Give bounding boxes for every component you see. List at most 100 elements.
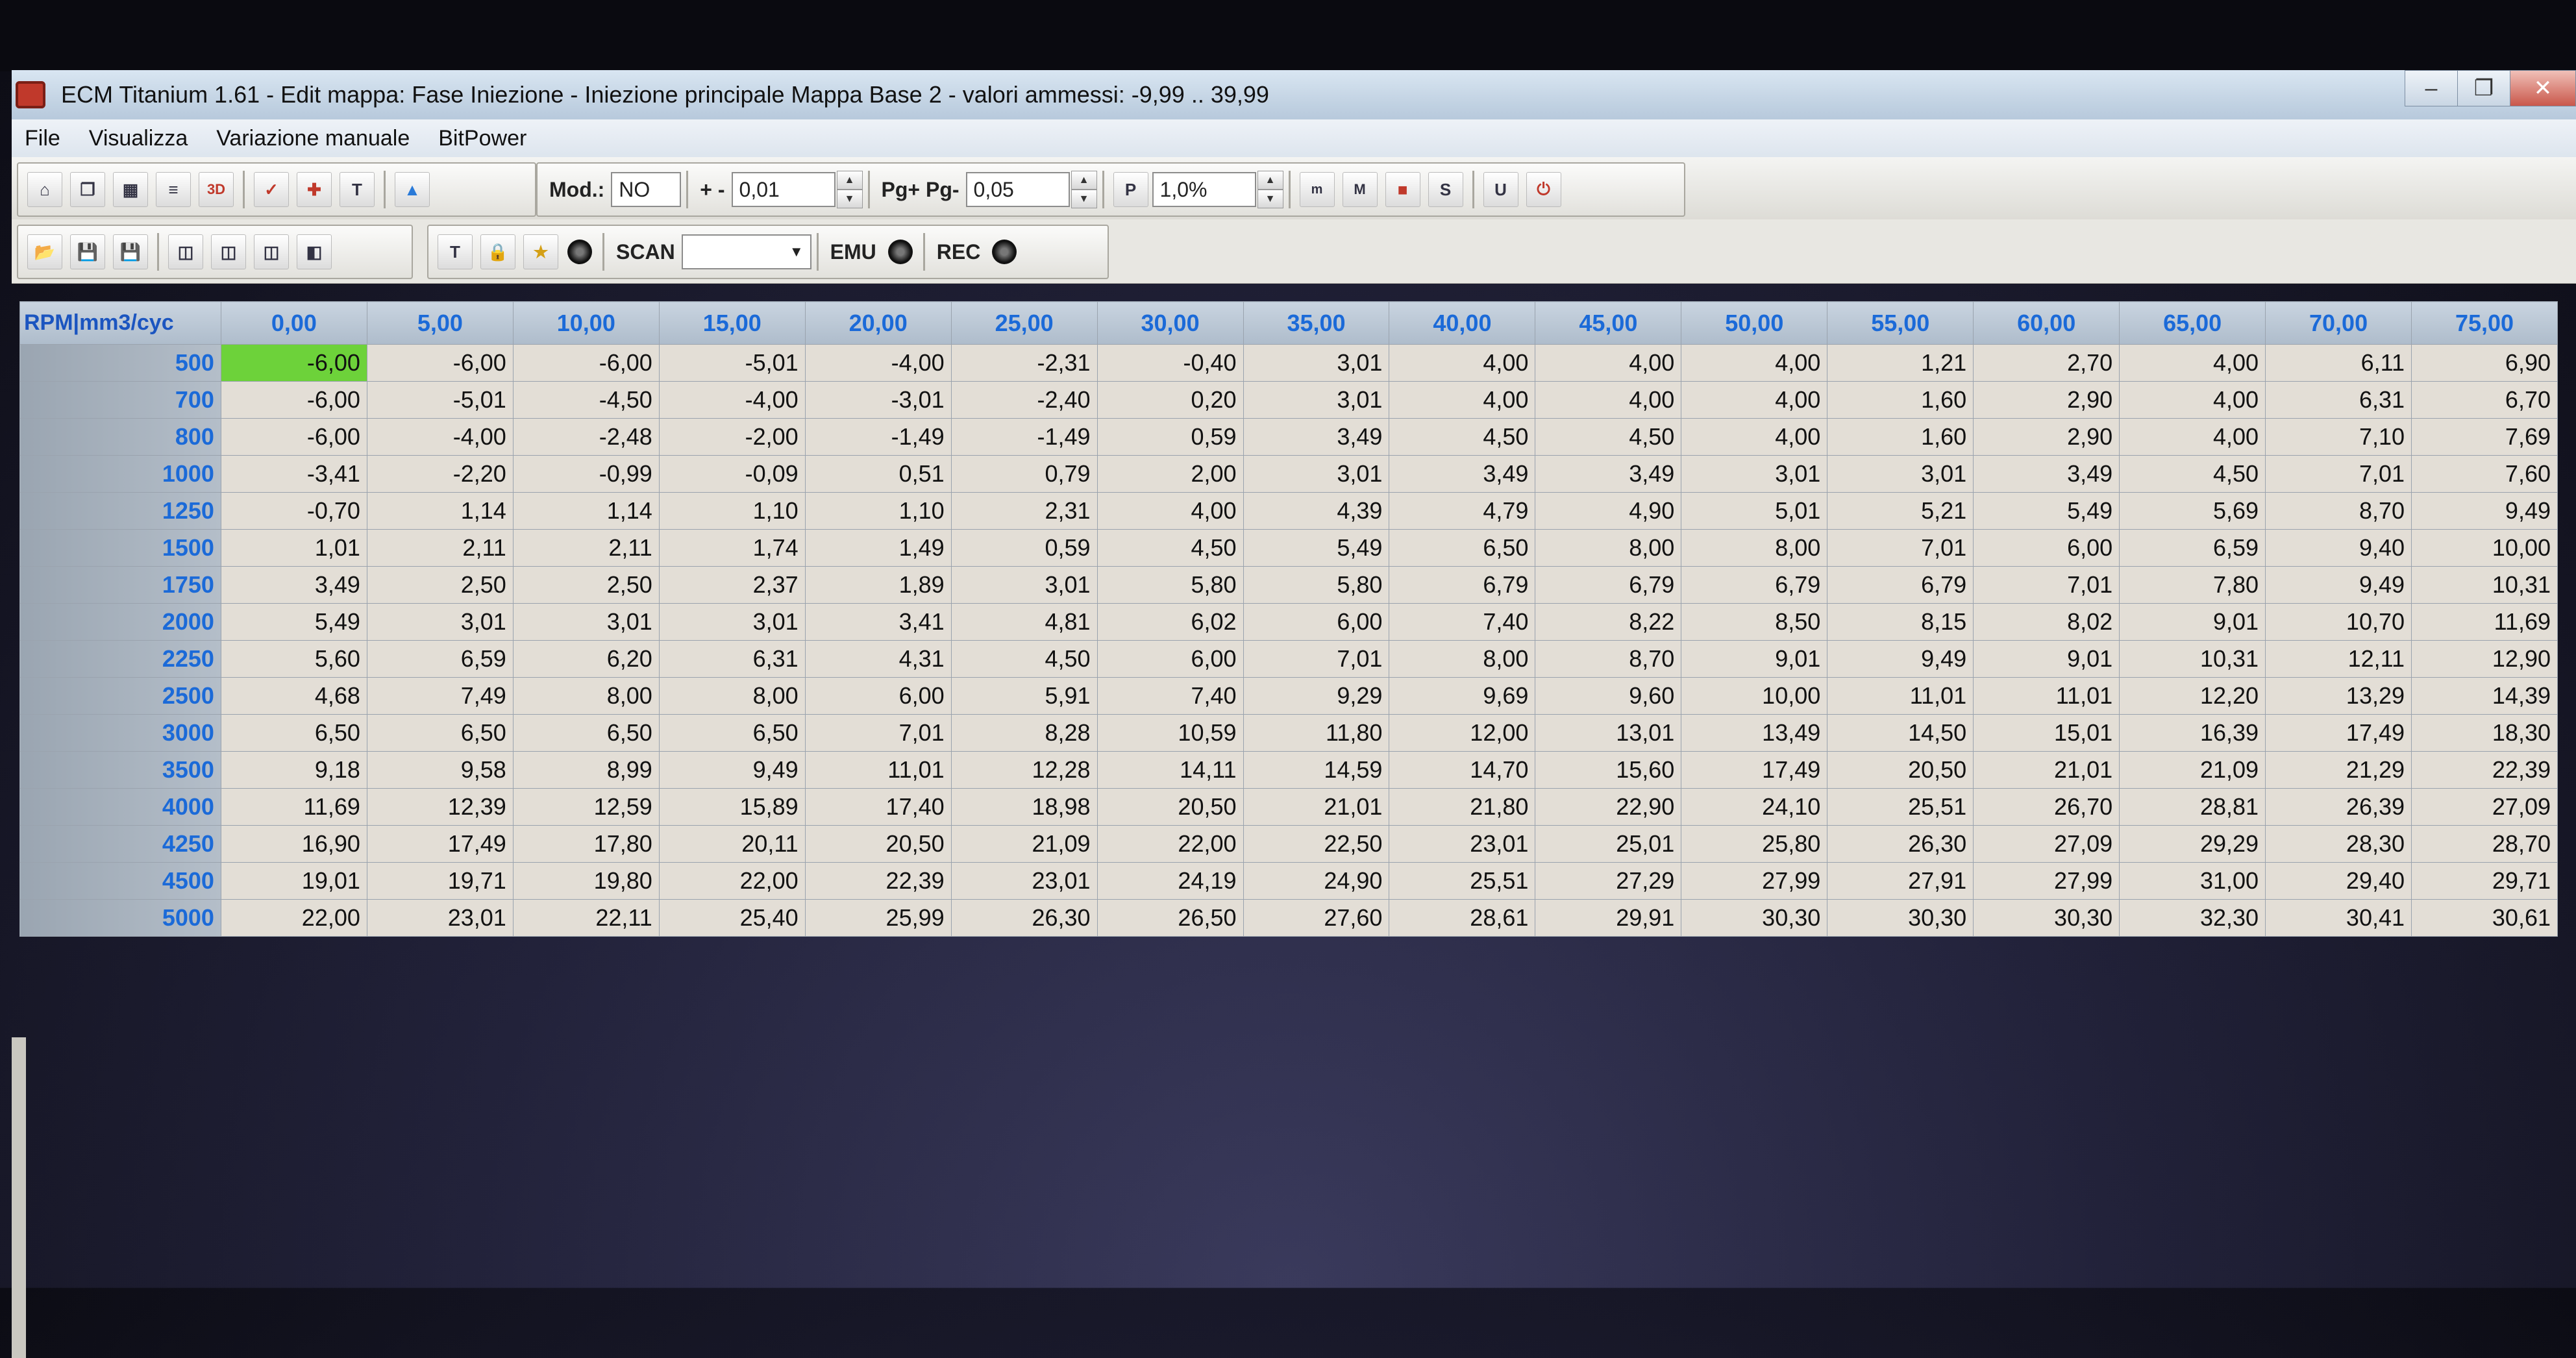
- map-cell[interactable]: 6,00: [1973, 529, 2120, 567]
- map-cell[interactable]: 28,61: [1389, 899, 1536, 937]
- map-cell[interactable]: -6,00: [366, 344, 514, 382]
- map-cell[interactable]: 3,01: [950, 566, 1098, 604]
- map-cell[interactable]: -5,01: [366, 381, 514, 419]
- map-cell[interactable]: 5,91: [950, 677, 1098, 715]
- map-cell[interactable]: 4,39: [1243, 492, 1390, 530]
- map-cell[interactable]: 1,21: [1827, 344, 1974, 382]
- menu-bitpower[interactable]: BitPower: [438, 126, 526, 151]
- map-cell[interactable]: 22,11: [512, 899, 660, 937]
- column-header[interactable]: 25,00: [950, 301, 1098, 345]
- map-cell[interactable]: 13,01: [1535, 714, 1682, 752]
- map-cell[interactable]: -4,00: [366, 418, 514, 456]
- column-header[interactable]: 35,00: [1243, 301, 1390, 345]
- map-cell[interactable]: 3,01: [1243, 455, 1390, 493]
- menu-file[interactable]: File: [25, 126, 60, 151]
- map-cell[interactable]: 20,50: [1827, 751, 1974, 789]
- home-icon[interactable]: ⌂: [27, 172, 62, 207]
- map-cell[interactable]: 3,01: [512, 603, 660, 641]
- map-cell[interactable]: 3,49: [220, 566, 367, 604]
- map-cell[interactable]: -4,00: [804, 344, 952, 382]
- map-cell[interactable]: 19,71: [366, 862, 514, 900]
- map-cell[interactable]: -6,00: [220, 344, 367, 382]
- map-cell[interactable]: 9,40: [2265, 529, 2412, 567]
- menu-variazione-manuale[interactable]: Variazione manuale: [216, 126, 410, 151]
- map-cell[interactable]: 6,31: [2265, 381, 2412, 419]
- map-cell[interactable]: 7,01: [2265, 455, 2412, 493]
- map-cell[interactable]: 3,41: [804, 603, 952, 641]
- map-cell[interactable]: 6,79: [1827, 566, 1974, 604]
- map-cell[interactable]: 32,30: [2119, 899, 2266, 937]
- map-cell[interactable]: 2,00: [1096, 455, 1244, 493]
- percent-spinner[interactable]: ▲ ▼: [1257, 171, 1283, 208]
- view-original-icon[interactable]: ◫: [168, 234, 203, 269]
- map-cell[interactable]: 7,69: [2411, 418, 2558, 456]
- map-cell[interactable]: 17,49: [2265, 714, 2412, 752]
- map-cell[interactable]: 29,91: [1535, 899, 1682, 937]
- table-view-icon[interactable]: ▦: [113, 172, 148, 207]
- map-cell[interactable]: 17,49: [366, 825, 514, 863]
- map-cell[interactable]: 10,59: [1096, 714, 1244, 752]
- map-cell[interactable]: 11,01: [1973, 677, 2120, 715]
- map-cell[interactable]: 26,70: [1973, 788, 2120, 826]
- map-cell[interactable]: 24,10: [1681, 788, 1828, 826]
- map-cell[interactable]: 7,40: [1096, 677, 1244, 715]
- map-cell[interactable]: 1,10: [804, 492, 952, 530]
- column-header[interactable]: 75,00: [2411, 301, 2558, 345]
- column-header[interactable]: 15,00: [658, 301, 806, 345]
- map-cell[interactable]: 12,39: [366, 788, 514, 826]
- view-panel-icon[interactable]: ◧: [297, 234, 332, 269]
- column-header[interactable]: 40,00: [1389, 301, 1536, 345]
- map-cell[interactable]: 13,49: [1681, 714, 1828, 752]
- map-cell[interactable]: 7,60: [2411, 455, 2558, 493]
- column-header[interactable]: 60,00: [1973, 301, 2120, 345]
- map-cell[interactable]: 5,49: [1243, 529, 1390, 567]
- page-step-field[interactable]: 0,05: [965, 172, 1070, 207]
- emu-knob-icon[interactable]: [887, 240, 913, 264]
- map-cell[interactable]: 4,00: [1681, 418, 1828, 456]
- map-cell[interactable]: 27,91: [1827, 862, 1974, 900]
- map-cell[interactable]: 2,70: [1973, 344, 2120, 382]
- map-cell[interactable]: 6,50: [1389, 529, 1536, 567]
- map-cell[interactable]: 20,50: [804, 825, 952, 863]
- map-cell[interactable]: 10,31: [2119, 640, 2266, 678]
- map-cell[interactable]: 6,31: [658, 640, 806, 678]
- map-cell[interactable]: 1,49: [804, 529, 952, 567]
- step-spinner[interactable]: ▲ ▼: [836, 171, 863, 208]
- table-icon[interactable]: T: [438, 234, 473, 269]
- map-cell[interactable]: 5,80: [1096, 566, 1244, 604]
- map-cell[interactable]: 5,49: [1973, 492, 2120, 530]
- map-cell[interactable]: 4,00: [1681, 344, 1828, 382]
- map-cell[interactable]: 6,70: [2411, 381, 2558, 419]
- map-cell[interactable]: -6,00: [512, 344, 660, 382]
- map-transfer-icon[interactable]: ▲: [395, 172, 430, 207]
- map-cell[interactable]: 27,99: [1681, 862, 1828, 900]
- map-cell[interactable]: 20,11: [658, 825, 806, 863]
- map-cell[interactable]: 17,49: [1681, 751, 1828, 789]
- row-header[interactable]: 800: [19, 418, 221, 456]
- map-cell[interactable]: 9,60: [1535, 677, 1682, 715]
- column-header[interactable]: 30,00: [1096, 301, 1244, 345]
- map-cell[interactable]: 6,50: [512, 714, 660, 752]
- map-cell[interactable]: 8,00: [1681, 529, 1828, 567]
- map-cell[interactable]: 15,60: [1535, 751, 1682, 789]
- map-cell[interactable]: 6,50: [658, 714, 806, 752]
- map-cell[interactable]: 26,50: [1096, 899, 1244, 937]
- spin-down-icon[interactable]: ▼: [1071, 190, 1097, 208]
- row-header[interactable]: 5000: [19, 899, 221, 937]
- map-cell[interactable]: 9,49: [658, 751, 806, 789]
- map-cell[interactable]: 6,59: [366, 640, 514, 678]
- row-header[interactable]: 2000: [19, 603, 221, 641]
- map-cell[interactable]: 23,01: [950, 862, 1098, 900]
- map-cell[interactable]: 4,31: [804, 640, 952, 678]
- map-cell[interactable]: 28,30: [2265, 825, 2412, 863]
- undo-icon[interactable]: U: [1483, 172, 1518, 207]
- row-header[interactable]: 1250: [19, 492, 221, 530]
- spin-down-icon[interactable]: ▼: [1257, 190, 1283, 208]
- map-cell[interactable]: 19,80: [512, 862, 660, 900]
- map-cell[interactable]: 8,70: [2265, 492, 2412, 530]
- column-header[interactable]: 5,00: [366, 301, 514, 345]
- map-text-icon[interactable]: T: [340, 172, 375, 207]
- map-cell[interactable]: 9,49: [2411, 492, 2558, 530]
- map-cell[interactable]: 6,00: [804, 677, 952, 715]
- map-cell[interactable]: 5,01: [1681, 492, 1828, 530]
